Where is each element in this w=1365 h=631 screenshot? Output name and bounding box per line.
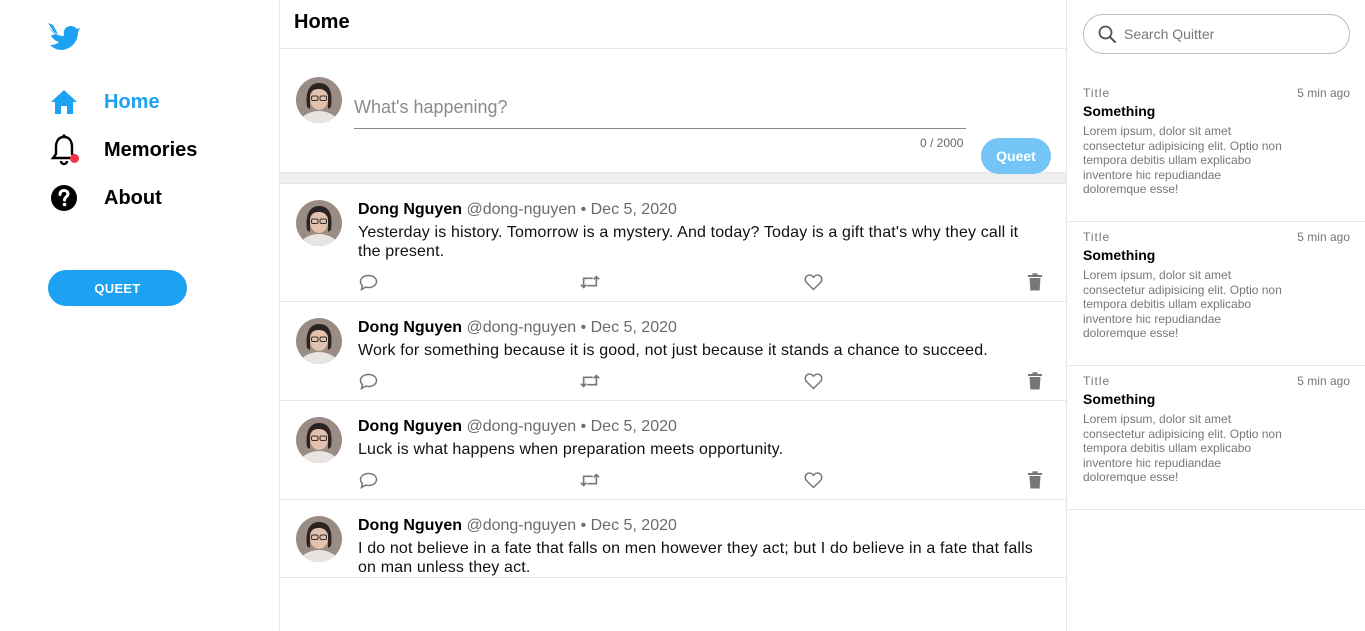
post: Dong Nguyen @dong-nguyen • Dec 5, 2020 W…	[280, 302, 1066, 401]
search-box[interactable]	[1083, 14, 1350, 54]
avatar[interactable]	[296, 200, 342, 246]
divider	[280, 173, 1066, 184]
post-date: • Dec 5, 2020	[580, 517, 677, 534]
compose-input[interactable]	[354, 87, 966, 129]
post-date: • Dec 5, 2020	[580, 201, 677, 218]
avatar	[296, 77, 342, 123]
sidebar-item-home[interactable]: Home	[48, 86, 160, 118]
notification-dot	[70, 154, 79, 163]
news-body: Lorem ipsum, dolor sit amet consectetur …	[1083, 268, 1282, 340]
avatar[interactable]	[296, 318, 342, 364]
char-counter: 0 / 2000	[920, 136, 964, 150]
avatar[interactable]	[296, 516, 342, 562]
author-handle[interactable]: @dong-nguyen	[466, 201, 576, 218]
avatar[interactable]	[296, 417, 342, 463]
post-text: Luck is what happens when preparation me…	[358, 441, 784, 458]
post-text: I do not believe in a fate that falls on…	[358, 540, 1033, 576]
post-meta: Dong Nguyen @dong-nguyen • Dec 5, 2020	[358, 417, 1044, 437]
news-label: Title	[1083, 230, 1111, 244]
author-name[interactable]: Dong Nguyen	[358, 418, 462, 435]
news-item[interactable]: Title 5 min ago Something Lorem ipsum, d…	[1067, 366, 1365, 510]
trash-icon[interactable]	[1025, 272, 1045, 292]
post: Dong Nguyen @dong-nguyen • Dec 5, 2020 L…	[280, 401, 1066, 500]
bird-logo-icon[interactable]	[47, 20, 81, 54]
trash-icon[interactable]	[1025, 470, 1045, 490]
page-title: Home	[294, 11, 350, 33]
queet-button[interactable]: QUEET	[48, 270, 187, 306]
sidebar-item-label: About	[104, 186, 162, 209]
news-item[interactable]: Title 5 min ago Something Lorem ipsum, d…	[1067, 78, 1365, 222]
news-label: Title	[1083, 86, 1111, 100]
post-actions	[358, 459, 1044, 499]
news-label: Title	[1083, 374, 1111, 388]
repost-icon[interactable]	[580, 272, 600, 292]
post-meta: Dong Nguyen @dong-nguyen • Dec 5, 2020	[358, 516, 1044, 536]
feed-header: Home	[280, 0, 1066, 49]
author-name[interactable]: Dong Nguyen	[358, 517, 462, 534]
post-meta: Dong Nguyen @dong-nguyen • Dec 5, 2020	[358, 200, 1044, 220]
news-headline: Something	[1083, 391, 1156, 407]
post-text: Yesterday is history. Tomorrow is a myst…	[358, 224, 1019, 260]
news-headline: Something	[1083, 247, 1156, 263]
author-handle[interactable]: @dong-nguyen	[466, 517, 576, 534]
post: Dong Nguyen @dong-nguyen • Dec 5, 2020 I…	[280, 500, 1066, 578]
post-meta: Dong Nguyen @dong-nguyen • Dec 5, 2020	[358, 318, 1044, 338]
news-time: 5 min ago	[1297, 86, 1350, 100]
author-handle[interactable]: @dong-nguyen	[466, 418, 576, 435]
reply-icon[interactable]	[358, 470, 378, 490]
left-sidebar: Home Memories About QUEET	[0, 0, 279, 631]
repost-icon[interactable]	[580, 470, 600, 490]
help-circle-icon	[48, 182, 80, 214]
repost-icon[interactable]	[580, 371, 600, 391]
author-handle[interactable]: @dong-nguyen	[466, 319, 576, 336]
search-input[interactable]	[1124, 26, 1324, 42]
author-name[interactable]: Dong Nguyen	[358, 201, 462, 218]
news-time: 5 min ago	[1297, 374, 1350, 388]
post-actions	[358, 261, 1044, 301]
post-text: Work for something because it is good, n…	[358, 342, 988, 359]
trash-icon[interactable]	[1025, 371, 1045, 391]
post-date: • Dec 5, 2020	[580, 418, 677, 435]
main-feed: Home 0 / 2000 Queet	[279, 0, 1067, 631]
sidebar-item-label: Home	[104, 90, 160, 113]
reply-icon[interactable]	[358, 371, 378, 391]
heart-icon[interactable]	[803, 272, 823, 292]
home-icon	[48, 86, 80, 118]
news-body: Lorem ipsum, dolor sit amet consectetur …	[1083, 124, 1282, 196]
bell-icon	[48, 134, 80, 166]
reply-icon[interactable]	[358, 272, 378, 292]
search-icon	[1098, 25, 1116, 43]
compose-box: 0 / 2000 Queet	[280, 49, 1066, 174]
sidebar-item-about[interactable]: About	[48, 182, 162, 214]
sidebar-item-label: Memories	[104, 138, 198, 161]
author-name[interactable]: Dong Nguyen	[358, 319, 462, 336]
post-actions	[358, 360, 1044, 400]
news-time: 5 min ago	[1297, 230, 1350, 244]
news-body: Lorem ipsum, dolor sit amet consectetur …	[1083, 412, 1282, 484]
post: Dong Nguyen @dong-nguyen • Dec 5, 2020 Y…	[280, 184, 1066, 302]
news-item[interactable]: Title 5 min ago Something Lorem ipsum, d…	[1067, 222, 1365, 366]
heart-icon[interactable]	[803, 470, 823, 490]
compose-queet-button[interactable]: Queet	[981, 138, 1051, 174]
news-headline: Something	[1083, 103, 1156, 119]
right-sidebar: Title 5 min ago Something Lorem ipsum, d…	[1067, 0, 1365, 631]
post-date: • Dec 5, 2020	[580, 319, 677, 336]
sidebar-item-memories[interactable]: Memories	[48, 134, 197, 166]
heart-icon[interactable]	[803, 371, 823, 391]
